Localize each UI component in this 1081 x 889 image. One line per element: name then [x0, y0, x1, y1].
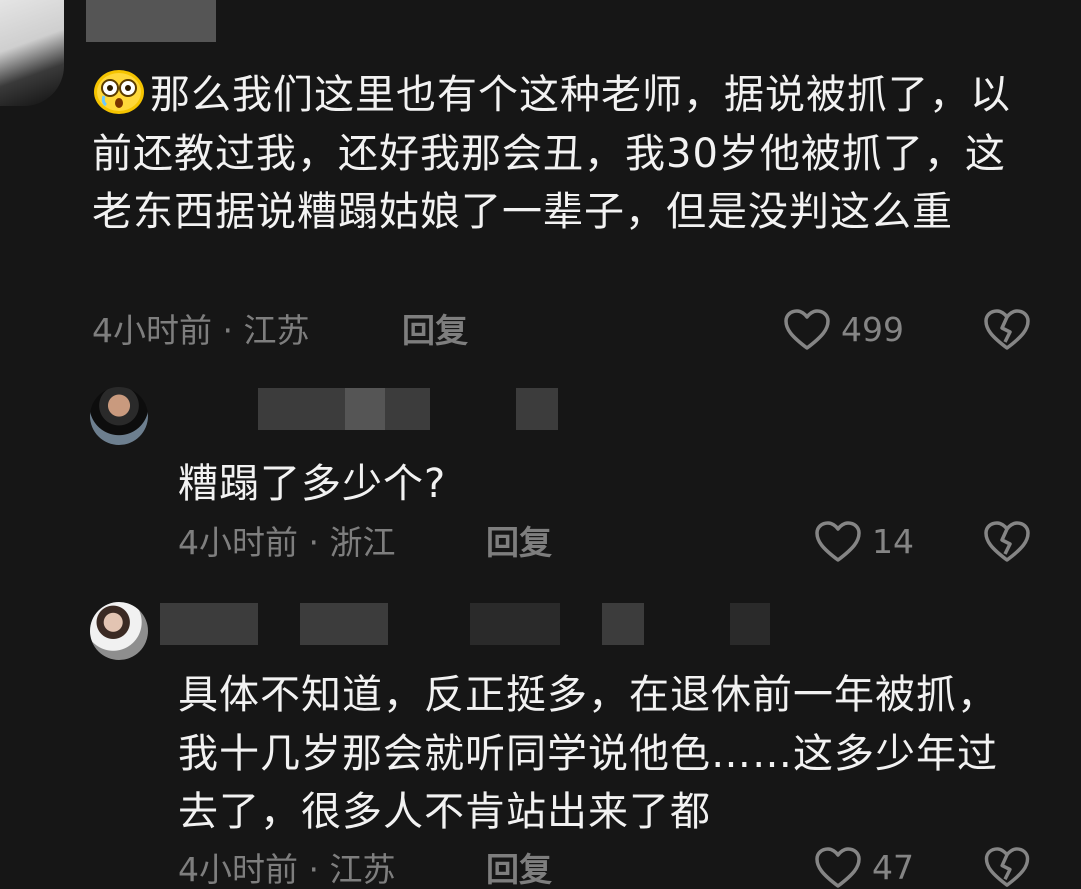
redacted-info: [470, 603, 560, 645]
comment-meta: 4小时前 · 江苏: [178, 850, 396, 889]
like-button[interactable]: 14: [814, 520, 914, 564]
reply-button[interactable]: 回复: [486, 850, 552, 889]
broken-heart-icon[interactable]: [983, 520, 1031, 564]
heart-outline-icon: [784, 309, 830, 350]
redacted-username: [258, 388, 430, 430]
avatar[interactable]: [90, 602, 148, 660]
redacted-info: [516, 388, 558, 430]
like-button[interactable]: 499: [783, 308, 904, 352]
comment-thread: 那么我们这里也有个这种老师，据说被抓了，以前还教过我，还好我那会丑，我30岁他被…: [0, 0, 1081, 889]
broken-heart-icon[interactable]: [983, 308, 1031, 352]
like-count: 14: [872, 522, 914, 561]
like-button[interactable]: 47: [814, 846, 914, 889]
broken-heart-icon[interactable]: [983, 846, 1031, 889]
comment-body: 糟蹋了多少个?: [178, 461, 447, 507]
redacted-info: [602, 603, 644, 645]
shocked-emoji-icon: [94, 70, 144, 114]
redacted-username: [86, 0, 216, 42]
avatar[interactable]: [0, 0, 64, 106]
redacted-username: [160, 603, 258, 645]
comment-body: 具体不知道，反正挺多，在退休前一年被抓，我十几岁那会就听同学说他色……这多少年过…: [178, 672, 998, 835]
redacted-username: [300, 603, 388, 645]
like-count: 47: [872, 848, 914, 887]
reply-button[interactable]: 回复: [402, 311, 468, 351]
comment-text: 那么我们这里也有个这种老师，据说被抓了，以前还教过我，还好我那会丑，我30岁他被…: [92, 72, 1011, 235]
redacted-badge: [345, 388, 385, 430]
comment-meta: 4小时前 · 浙江: [178, 523, 396, 562]
like-count: 499: [841, 310, 904, 349]
comment-meta: 4小时前 · 江苏: [92, 311, 310, 350]
redacted-info: [730, 603, 770, 645]
heart-outline-icon: [815, 521, 861, 562]
heart-outline-icon: [815, 847, 861, 888]
avatar[interactable]: [90, 387, 148, 445]
comment-body: 那么我们这里也有个这种老师，据说被抓了，以前还教过我，还好我那会丑，我30岁他被…: [92, 66, 1032, 242]
reply-button[interactable]: 回复: [486, 523, 552, 563]
